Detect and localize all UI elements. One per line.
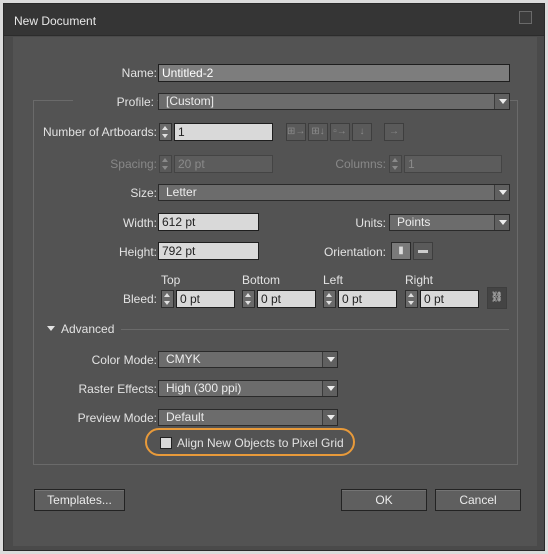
bleed-right-stepper[interactable]	[405, 290, 418, 308]
templates-button[interactable]: Templates...	[34, 489, 125, 511]
bleed-top-label: Top	[161, 273, 181, 287]
name-label: Name:	[121, 66, 157, 80]
size-value: Letter	[166, 185, 197, 199]
spacing-input[interactable]: 20 pt	[174, 155, 273, 173]
grid-by-column-icon[interactable]: ⊞↓	[308, 123, 328, 141]
spacing-label: Spacing:	[110, 157, 157, 171]
pixel-grid-label[interactable]: Align New Objects to Pixel Grid	[177, 436, 344, 450]
units-label: Units:	[355, 216, 386, 230]
color-mode-value: CMYK	[166, 352, 201, 366]
bleed-bottom-label: Bottom	[242, 273, 281, 287]
size-select[interactable]: Letter	[158, 184, 510, 201]
title-bar[interactable]: New Document	[4, 4, 544, 36]
spacing-stepper[interactable]	[159, 155, 172, 173]
height-label: Height:	[118, 245, 157, 259]
artboards-stepper[interactable]	[159, 123, 172, 141]
new-document-dialog: New Document Name: Untitled-2 Profile: […	[3, 3, 545, 551]
columns-label: Columns:	[335, 157, 386, 171]
dialog-title: New Document	[14, 14, 97, 28]
width-label: Width:	[122, 216, 157, 230]
chevron-down-icon	[494, 215, 509, 230]
chevron-down-icon	[494, 94, 509, 109]
bleed-top-input[interactable]: 0 pt	[176, 290, 235, 308]
preview-mode-label: Preview Mode:	[77, 411, 157, 425]
advanced-label[interactable]: Advanced	[61, 322, 114, 336]
bleed-top-stepper[interactable]	[161, 290, 174, 308]
link-icon[interactable]: ⛓	[487, 287, 507, 309]
artboards-input[interactable]: 1	[174, 123, 273, 141]
raster-effects-label: Raster Effects:	[78, 382, 157, 396]
arrange-by-column-icon[interactable]: ↓	[352, 123, 372, 141]
columns-stepper[interactable]	[389, 155, 402, 173]
columns-input[interactable]: 1	[404, 155, 502, 173]
cancel-button[interactable]: Cancel	[435, 489, 521, 511]
grid-by-row-icon[interactable]: ⊞→	[286, 123, 306, 141]
artboards-label: Number of Artboards:	[42, 125, 157, 139]
height-input[interactable]: 792 pt	[158, 242, 259, 260]
pixel-grid-checkbox[interactable]	[160, 437, 172, 449]
profile-label: Profile:	[73, 95, 157, 109]
advanced-divider	[121, 329, 509, 330]
color-mode-label: Color Mode:	[91, 353, 157, 367]
bleed-left-label: Left	[323, 273, 344, 287]
bleed-left-stepper[interactable]	[323, 290, 336, 308]
bleed-right-input[interactable]: 0 pt	[420, 290, 479, 308]
raster-effects-select[interactable]: High (300 ppi)	[158, 380, 338, 397]
dialog-body: Name: Untitled-2 Profile: [Custom] Numbe…	[13, 37, 537, 546]
portrait-icon[interactable]: ▮	[391, 242, 411, 260]
preview-mode-select[interactable]: Default	[158, 409, 338, 426]
bleed-left-input[interactable]: 0 pt	[338, 290, 397, 308]
raster-effects-value: High (300 ppi)	[166, 381, 242, 395]
width-input[interactable]: 612 pt	[158, 213, 259, 231]
name-input[interactable]: Untitled-2	[158, 64, 510, 82]
size-label: Size:	[130, 186, 157, 200]
orientation-label: Orientation:	[323, 245, 386, 259]
bleed-right-label: Right	[405, 273, 434, 287]
chevron-down-icon	[322, 410, 337, 425]
bleed-bottom-input[interactable]: 0 pt	[257, 290, 316, 308]
color-mode-select[interactable]: CMYK	[158, 351, 338, 368]
bleed-label: Bleed:	[122, 292, 157, 306]
chevron-down-icon	[494, 185, 509, 200]
preview-mode-value: Default	[166, 410, 205, 424]
collapse-triangle-icon[interactable]	[47, 326, 55, 331]
ok-button[interactable]: OK	[341, 489, 427, 511]
landscape-icon[interactable]: ▬	[413, 242, 433, 260]
units-select[interactable]: Points	[389, 214, 510, 231]
units-value: Points	[397, 215, 431, 229]
profile-select[interactable]: [Custom]	[158, 93, 510, 110]
chevron-down-icon	[322, 381, 337, 396]
chevron-down-icon	[322, 352, 337, 367]
arrange-by-row-icon[interactable]: ▫→	[330, 123, 350, 141]
profile-value: [Custom]	[166, 94, 215, 108]
bleed-bottom-stepper[interactable]	[242, 290, 255, 308]
close-icon[interactable]	[519, 11, 532, 24]
right-to-left-icon[interactable]: →	[384, 123, 404, 141]
